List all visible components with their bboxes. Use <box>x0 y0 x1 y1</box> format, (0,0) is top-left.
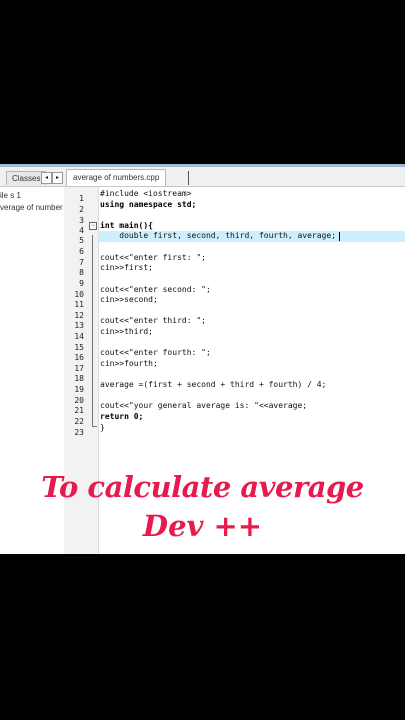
fold-guide-line <box>92 235 93 426</box>
project-item-files[interactable]: ile s 1 <box>0 191 21 200</box>
window-top-border <box>0 164 405 167</box>
line-number: 10 <box>74 290 84 299</box>
code-line-1[interactable]: #include <iostream> <box>100 189 192 198</box>
tab-scroll-left-icon[interactable]: ◂ <box>41 172 52 184</box>
line-number: 7 <box>79 258 84 267</box>
line-number: 23 <box>74 428 84 437</box>
code-line-2[interactable]: using namespace std; <box>100 200 196 209</box>
line-number: 4 <box>79 226 84 235</box>
line-number: 12 <box>74 311 84 320</box>
line-number: 11 <box>74 300 84 309</box>
line-number: 18 <box>74 374 84 383</box>
overlay-subtitle: Dev ++ <box>142 509 263 543</box>
overlay-title: To calculate average <box>41 470 364 504</box>
code-line-11[interactable]: cin>>second; <box>100 295 158 304</box>
code-line-13[interactable]: cout<<"enter third: "; <box>100 316 206 325</box>
code-line-19[interactable]: average =(first + second + third + fourt… <box>100 380 326 389</box>
code-line-21[interactable]: cout<<"your general average is: "<<avera… <box>100 401 307 410</box>
code-line-5[interactable]: double first, second, third, fourth, ave… <box>100 231 336 240</box>
fold-guide-end <box>92 426 97 427</box>
line-number: 8 <box>79 268 84 277</box>
line-number: 17 <box>74 364 84 373</box>
tab-scroll-right-icon[interactable]: ▸ <box>52 172 63 184</box>
tab-strip: Classes ◂ ▸ average of numbers.cpp <box>0 164 405 187</box>
tab-divider <box>188 171 189 185</box>
code-line-8[interactable]: cin>>first; <box>100 263 153 272</box>
code-line-22[interactable]: return 0; <box>100 412 143 421</box>
code-line-14[interactable]: cin>>third; <box>100 327 153 336</box>
code-line-7[interactable]: cout<<"enter first: "; <box>100 253 206 262</box>
code-line-23[interactable]: } <box>100 423 105 432</box>
line-number: 6 <box>79 247 84 256</box>
code-line-10[interactable]: cout<<"enter second: "; <box>100 285 211 294</box>
line-number: 22 <box>74 417 84 426</box>
line-number: 5 <box>79 236 84 245</box>
code-line-4[interactable]: int main(){ <box>100 221 153 230</box>
line-number: 3 <box>79 216 84 225</box>
code-line-16[interactable]: cout<<"enter fourth: "; <box>100 348 211 357</box>
line-number: 20 <box>74 396 84 405</box>
line-number: 13 <box>74 321 84 330</box>
line-number: 16 <box>74 353 84 362</box>
line-number: 21 <box>74 406 84 415</box>
tab-file-average-of-numbers[interactable]: average of numbers.cpp <box>66 169 167 186</box>
text-caret <box>339 232 340 241</box>
line-number: 2 <box>79 205 84 214</box>
line-number: 19 <box>74 385 84 394</box>
project-item-source-file[interactable]: verage of number <box>0 203 63 212</box>
line-number: 15 <box>74 343 84 352</box>
line-number: 1 <box>79 194 84 203</box>
line-number: 14 <box>74 332 84 341</box>
code-line-17[interactable]: cin>>fourth; <box>100 359 158 368</box>
line-number: 9 <box>79 279 84 288</box>
fold-collapse-icon[interactable]: − <box>89 222 97 230</box>
